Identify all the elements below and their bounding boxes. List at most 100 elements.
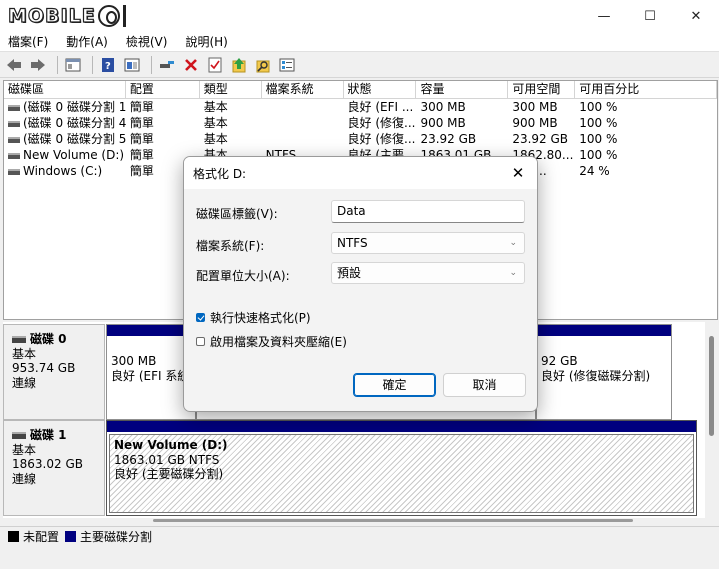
disk-0-label[interactable]: 磁碟 0 基本 953.74 GB 連線 bbox=[3, 324, 105, 420]
legend-swatch-unallocated bbox=[8, 531, 19, 542]
disk-type: 基本 bbox=[12, 346, 37, 361]
allocation-unit-label: 配置單位大小(A): bbox=[196, 269, 290, 283]
disk-status: 連線 bbox=[12, 375, 37, 390]
column-capacity[interactable]: 容量 bbox=[416, 81, 509, 98]
capacity-cell: 900 MB bbox=[420, 116, 466, 130]
column-percent-free[interactable]: 可用百分比 bbox=[575, 81, 718, 98]
fs-cell bbox=[262, 131, 344, 147]
disk-name: 磁碟 1 bbox=[30, 428, 67, 442]
menu-action[interactable]: 動作(A) bbox=[64, 33, 110, 50]
scrollbar-thumb[interactable] bbox=[153, 519, 633, 522]
partition-size: 300 MB bbox=[111, 354, 157, 368]
scrollbar-thumb[interactable] bbox=[709, 336, 714, 436]
column-volume[interactable]: 磁碟區 bbox=[4, 81, 126, 98]
volume-cell: (磁碟 0 磁碟分割 4) bbox=[4, 115, 126, 131]
allocation-unit-select[interactable]: 預設 ⌄ bbox=[331, 262, 525, 284]
delete-icon[interactable] bbox=[181, 55, 201, 75]
column-free-space[interactable]: 可用空間 bbox=[508, 81, 576, 98]
volume-label-label: 磁碟區標籤(V): bbox=[196, 207, 278, 221]
console-icon[interactable] bbox=[122, 55, 142, 75]
format-dialog: 格式化 D: ✕ 磁碟區標籤(V): Data 檔案系統(F): NTFS ⌄ … bbox=[183, 156, 538, 412]
selected-partition-hatch: New Volume (D:) 1863.01 GB NTFS 良好 (主要磁碟… bbox=[109, 434, 694, 513]
partition-new-volume[interactable]: New Volume (D:) 1863.01 GB NTFS 良好 (主要磁碟… bbox=[106, 420, 697, 516]
file-system-value: NTFS bbox=[337, 236, 368, 250]
percent-cell: 100 % bbox=[579, 132, 618, 146]
connect-icon[interactable] bbox=[157, 55, 177, 75]
back-arrow-icon[interactable] bbox=[4, 55, 24, 75]
partition-status: 良好 (主要磁碟分割) bbox=[114, 467, 224, 481]
column-type[interactable]: 類型 bbox=[200, 81, 262, 98]
toolbar-separator bbox=[92, 55, 93, 74]
allocation-unit-value: 預設 bbox=[337, 266, 362, 280]
disk-1-label[interactable]: 磁碟 1 基本 1863.02 GB 連線 bbox=[3, 420, 105, 516]
partition-status: 良好 (EFI 系統 bbox=[111, 368, 190, 383]
forward-arrow-icon[interactable] bbox=[28, 55, 48, 75]
help-icon[interactable]: ? bbox=[98, 55, 118, 75]
partition-bar bbox=[107, 421, 696, 432]
column-status[interactable]: 狀態 bbox=[344, 81, 417, 98]
disk-1-row: 磁碟 1 基本 1863.02 GB 連線 New Volume (D:) 18… bbox=[3, 420, 705, 516]
compression-label: 啟用檔案及資料夾壓縮(E) bbox=[210, 335, 347, 349]
column-file-system[interactable]: 檔案系統 bbox=[262, 81, 344, 98]
legend: 未配置 主要磁碟分割 bbox=[0, 526, 719, 546]
quick-format-option[interactable]: 執行快速格式化(P) bbox=[196, 309, 311, 326]
watermark-logo: MOBILE bbox=[7, 4, 126, 28]
fs-cell bbox=[262, 115, 344, 131]
free-cell: 300 MB bbox=[512, 100, 558, 114]
maximize-button[interactable]: ☐ bbox=[627, 0, 673, 32]
volume-icon bbox=[8, 104, 20, 111]
partition-recovery[interactable]: 92 GB 良好 (修復磁碟分割) bbox=[536, 324, 672, 420]
disk-type: 基本 bbox=[12, 442, 37, 457]
capacity-cell: 300 MB bbox=[420, 100, 466, 114]
toolbar: ? bbox=[0, 52, 719, 78]
minimize-button[interactable]: — bbox=[581, 0, 627, 32]
menu-bar: 檔案(F) 動作(A) 檢視(V) 說明(H) bbox=[0, 32, 719, 52]
vertical-scrollbar[interactable] bbox=[705, 322, 718, 522]
compression-option[interactable]: 啟用檔案及資料夾壓縮(E) bbox=[196, 333, 347, 350]
menu-help[interactable]: 說明(H) bbox=[183, 33, 229, 50]
volume-cell: New Volume (D:) bbox=[4, 147, 126, 163]
check-icon[interactable] bbox=[205, 55, 225, 75]
status-cell: 良好 (修復... bbox=[347, 116, 416, 130]
table-row[interactable]: (磁碟 0 磁碟分割 5) 簡單 基本 良好 (修復... 23.92 GB 2… bbox=[4, 131, 717, 147]
layout-cell: 簡單 bbox=[129, 116, 154, 130]
up-icon[interactable] bbox=[229, 55, 249, 75]
capacity-cell: 23.92 GB bbox=[420, 132, 477, 146]
dialog-title: 格式化 D: bbox=[193, 167, 247, 181]
compression-checkbox[interactable] bbox=[196, 337, 205, 346]
toolbar-separator bbox=[151, 55, 152, 74]
partition-size: 92 GB bbox=[541, 354, 578, 368]
legend-unallocated: 未配置 bbox=[23, 530, 60, 544]
volume-icon bbox=[8, 168, 20, 175]
list-icon[interactable] bbox=[277, 55, 297, 75]
close-window-button[interactable]: ✕ bbox=[673, 0, 719, 32]
volume-label-input[interactable]: Data bbox=[331, 200, 525, 223]
file-system-select[interactable]: NTFS ⌄ bbox=[331, 232, 525, 254]
legend-primary-partition: 主要磁碟分割 bbox=[80, 530, 153, 544]
quick-format-checkbox[interactable] bbox=[196, 313, 205, 322]
properties-icon[interactable] bbox=[63, 55, 83, 75]
menu-file[interactable]: 檔案(F) bbox=[6, 33, 50, 50]
close-icon[interactable]: ✕ bbox=[507, 162, 529, 184]
partition-name: New Volume (D:) bbox=[114, 438, 228, 452]
table-row[interactable]: (磁碟 0 磁碟分割 4) 簡單 基本 良好 (修復... 900 MB 900… bbox=[4, 115, 717, 131]
chevron-down-icon: ⌄ bbox=[509, 238, 517, 248]
layout-cell: 簡單 bbox=[129, 100, 154, 114]
percent-cell: 100 % bbox=[579, 116, 618, 130]
horizontal-scrollbar[interactable] bbox=[3, 518, 705, 524]
disk-icon bbox=[12, 336, 26, 343]
logo-bar bbox=[122, 5, 126, 27]
status-cell: 良好 (EFI ... bbox=[347, 100, 414, 114]
table-row[interactable]: (磁碟 0 磁碟分割 1) 簡單 基本 良好 (EFI ... 300 MB 3… bbox=[4, 99, 717, 115]
partition-status: 良好 (修復磁碟分割) bbox=[541, 368, 651, 383]
disk-size: 953.74 GB bbox=[12, 361, 76, 375]
disk-name: 磁碟 0 bbox=[30, 332, 67, 346]
type-cell: 基本 bbox=[203, 132, 228, 146]
partition-size: 1863.01 GB NTFS bbox=[114, 452, 220, 467]
menu-view[interactable]: 檢視(V) bbox=[124, 33, 170, 50]
logo-text: MOBILE bbox=[7, 4, 96, 27]
ok-button[interactable]: 確定 bbox=[353, 373, 436, 397]
search-icon[interactable] bbox=[253, 55, 273, 75]
column-layout[interactable]: 配置 bbox=[126, 81, 200, 98]
cancel-button[interactable]: 取消 bbox=[443, 373, 526, 397]
